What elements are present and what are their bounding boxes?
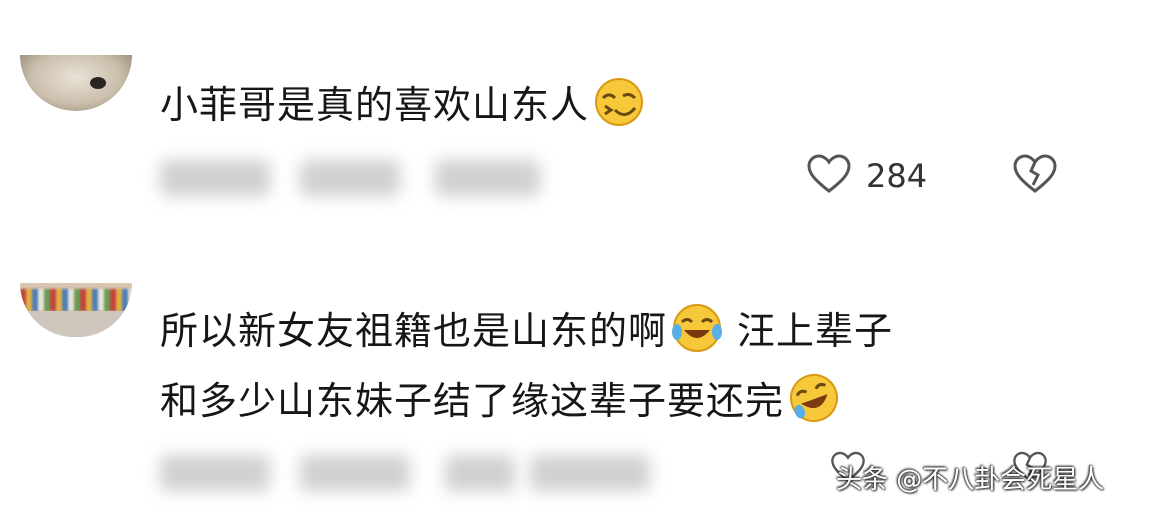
comment-text-segment: 汪上辈子 [737, 309, 894, 353]
watermark: 头条 @不八卦会死星人 [836, 465, 1105, 495]
dog-nose [90, 77, 106, 89]
broken-heart-dislike-icon[interactable] [1012, 153, 1058, 195]
blurred-meta [160, 455, 720, 491]
comment-text-line-2: 和多少山东妹子结了缘这辈子要还完 [160, 372, 840, 426]
comment-text-segment: 所以新女友祖籍也是山东的啊 [160, 309, 668, 353]
grin-wink-emoji-icon [595, 78, 644, 126]
avatar-floor [20, 311, 132, 337]
avatar[interactable] [20, 55, 132, 111]
blurred-meta [160, 160, 560, 196]
comment-text-content: 小菲哥是真的喜欢山东人 [160, 83, 590, 127]
comment-text-line-1: 所以新女友祖籍也是山东的啊 汪上辈子 [160, 302, 893, 356]
avatar[interactable] [20, 283, 132, 337]
avatar-crowd [20, 289, 132, 311]
comment-text-segment: 和多少山东妹子结了缘这辈子要还完 [160, 379, 785, 423]
like-count: 284 [866, 157, 928, 195]
comment-item: 小菲哥是真的喜欢山东人 284 [0, 0, 1152, 250]
rofl-emoji-icon [790, 374, 839, 422]
comment-text: 小菲哥是真的喜欢山东人 [160, 76, 645, 130]
tears-of-joy-emoji-icon [672, 304, 723, 352]
heart-like-icon[interactable] [806, 153, 852, 195]
